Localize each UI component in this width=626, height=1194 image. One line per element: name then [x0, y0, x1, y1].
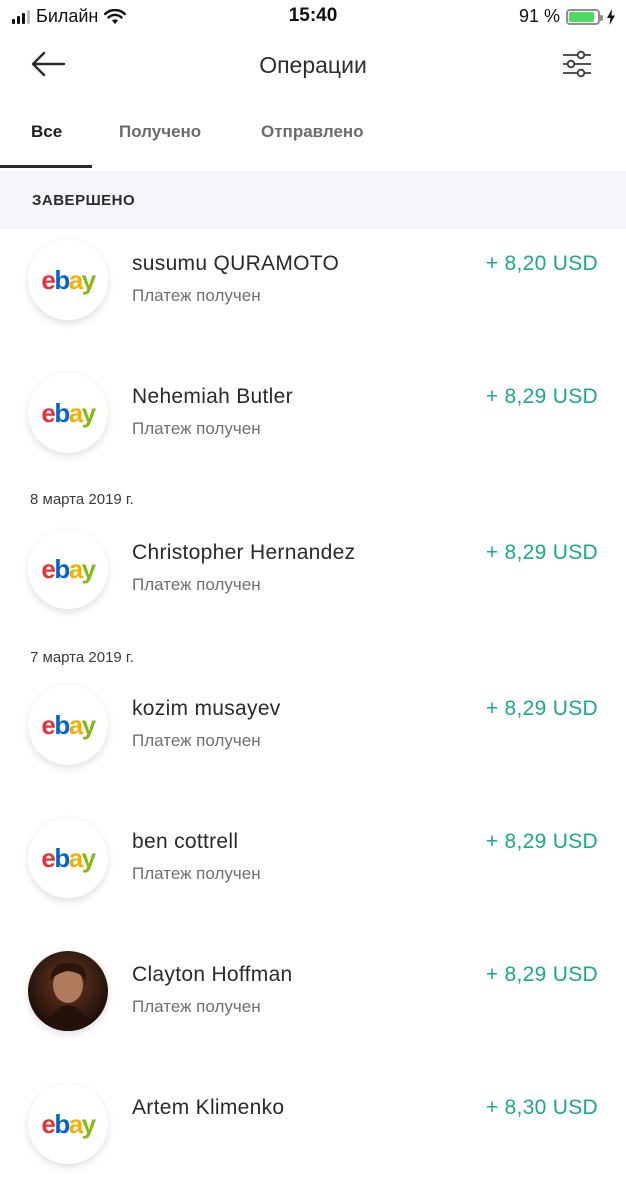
payment-status: Платеж получен [132, 286, 261, 305]
ebay-logo: ebay [28, 818, 108, 898]
payment-amount: + 8,29 USD [485, 697, 598, 720]
transaction-row[interactable]: ebay Artem Klimenko + 8,30 USD [0, 1084, 626, 1194]
charging-bolt-icon [607, 8, 615, 25]
ebay-logo: ebay [28, 240, 108, 320]
payment-status: Платеж получен [132, 864, 261, 883]
user-photo [28, 951, 108, 1031]
tab-sent[interactable]: Отправлено [261, 122, 364, 142]
section-header: ЗАВЕРШЕНО [0, 171, 626, 229]
transaction-row[interactable]: Clayton Hoffman Платеж получен + 8,29 US… [0, 951, 626, 1061]
payment-amount: + 8,20 USD [485, 252, 598, 275]
section-title: ЗАВЕРШЕНО [32, 192, 136, 209]
payer-name: Artem Klimenko [132, 1096, 285, 1119]
payment-status: Платеж получен [132, 419, 261, 438]
avatar [28, 951, 108, 1031]
payment-status: Платеж получен [132, 575, 261, 594]
app-header: Операции [0, 34, 626, 96]
payment-amount: + 8,29 USD [485, 541, 598, 564]
payer-name: Nehemiah Butler [132, 385, 293, 408]
ebay-logo: ebay [28, 685, 108, 765]
tab-all[interactable]: Все [31, 122, 62, 142]
transaction-row[interactable]: ebay Christopher Hernandez Платеж получе… [0, 529, 626, 639]
payment-amount: + 8,29 USD [485, 830, 598, 853]
date-header: 7 марта 2019 г. [30, 649, 134, 666]
transaction-row[interactable]: ebay kozim musayev Платеж получен + 8,29… [0, 685, 626, 795]
transaction-row[interactable]: ebay susumu QURAMOTO Платеж получен + 8,… [0, 240, 626, 350]
date-header: 8 марта 2019 г. [30, 491, 134, 508]
filter-button[interactable] [560, 48, 594, 80]
transaction-row[interactable]: ebay Nehemiah Butler Платеж получен + 8,… [0, 373, 626, 483]
payment-amount: + 8,29 USD [485, 385, 598, 408]
payment-amount: + 8,30 USD [485, 1096, 598, 1119]
battery-icon [566, 8, 603, 25]
sliders-icon [563, 50, 591, 78]
status-right: 91 % [519, 6, 616, 27]
battery-percent: 91 % [518, 6, 560, 26]
page-title: Операции [259, 52, 367, 78]
payer-name: Christopher Hernandez [132, 541, 356, 564]
payment-status: Платеж получен [132, 731, 261, 750]
transaction-row[interactable]: ebay ben cottrell Платеж получен + 8,29 … [0, 818, 626, 928]
payment-status: Платеж получен [132, 997, 261, 1016]
payer-name: Clayton Hoffman [132, 963, 293, 986]
payer-name: kozim musayev [132, 697, 281, 720]
tab-bar: Все Получено Отправлено [0, 110, 626, 168]
payment-amount: + 8,29 USD [485, 963, 598, 986]
ebay-logo: ebay [28, 529, 108, 609]
active-tab-indicator [0, 165, 92, 168]
ebay-logo: ebay [28, 1084, 108, 1164]
payer-name: ben cottrell [132, 830, 239, 853]
status-bar: Билайн 15:40 91 % [0, 0, 626, 34]
ebay-logo: ebay [28, 373, 108, 453]
payer-name: susumu QURAMOTO [132, 252, 340, 275]
tab-received[interactable]: Получено [119, 122, 201, 142]
